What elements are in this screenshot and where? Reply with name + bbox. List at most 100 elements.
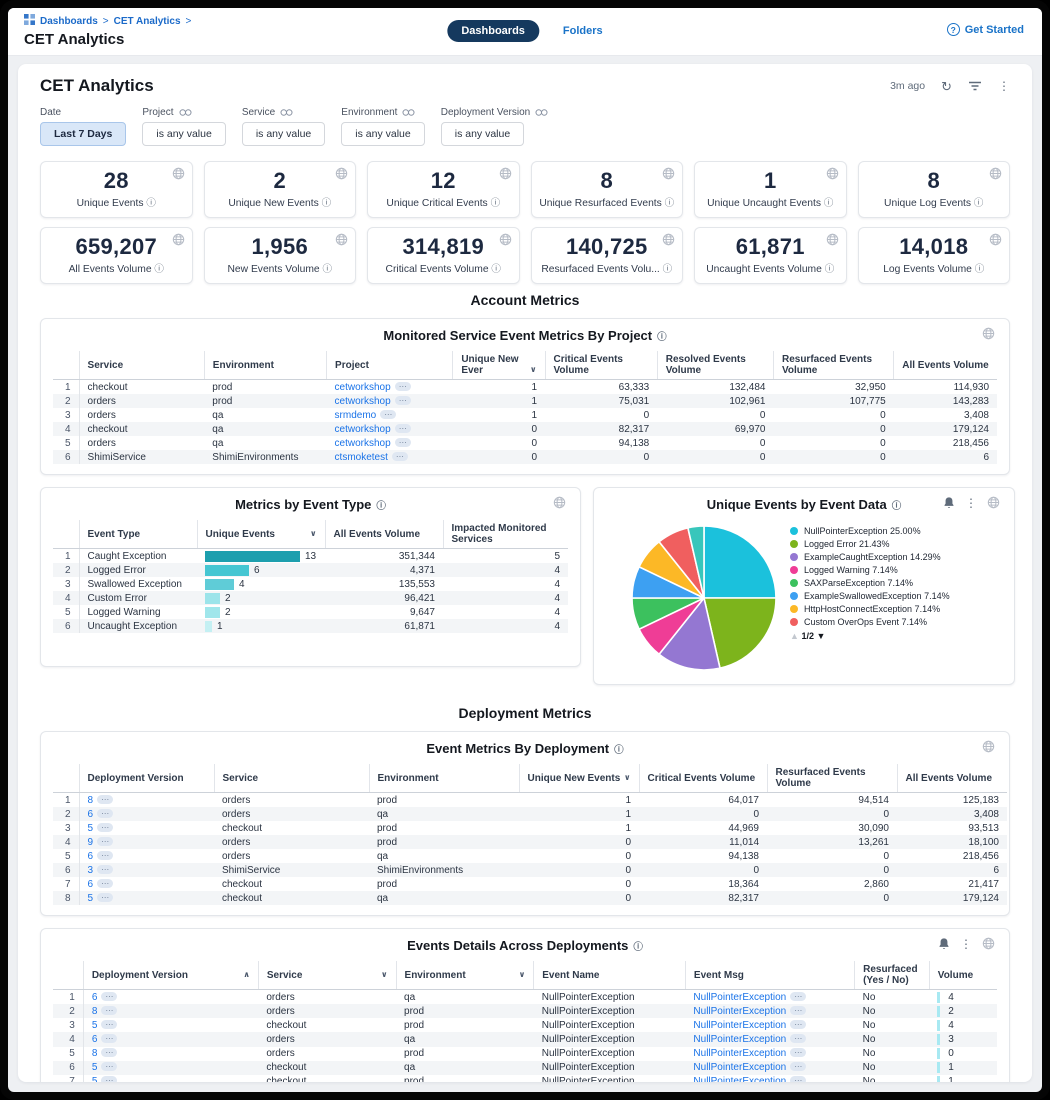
table-row[interactable]: 26⋯ordersqa1003,408	[53, 807, 1007, 821]
ellipsis-pill[interactable]: ⋯	[395, 382, 411, 391]
info-icon[interactable]: ⓘ	[491, 264, 501, 275]
globe-icon[interactable]	[335, 233, 348, 250]
column-header[interactable]: Deployment Version	[79, 764, 214, 793]
globe-icon[interactable]	[335, 167, 348, 184]
filter-value-chip[interactable]: is any value	[242, 122, 325, 146]
sort-desc-icon[interactable]: ∨	[530, 365, 537, 374]
ellipsis-pill[interactable]: ⋯	[97, 879, 113, 888]
table-row[interactable]: 65⋯checkoutqaNullPointerExceptionNullPoi…	[53, 1061, 997, 1075]
ellipsis-pill[interactable]: ⋯	[97, 865, 113, 874]
breadcrumb-dashboards-link[interactable]: Dashboards	[40, 16, 98, 27]
legend-item[interactable]: SAXParseException 7.14%	[790, 578, 998, 589]
ellipsis-pill[interactable]: ⋯	[97, 795, 113, 804]
legend-next-icon[interactable]: ▼	[816, 631, 825, 641]
kebab-menu-icon[interactable]: ⋮	[960, 938, 972, 950]
globe-icon[interactable]	[989, 233, 1002, 250]
filter-value-chip[interactable]: Last 7 Days	[40, 122, 126, 146]
cell-link[interactable]: 6	[92, 992, 98, 1003]
info-icon[interactable]: ⓘ	[657, 329, 667, 343]
table-row[interactable]: 1Caught Exception13351,3445	[53, 549, 568, 564]
table-row[interactable]: 75⋯checkoutprodNullPointerExceptionNullP…	[53, 1075, 997, 1082]
cell-link[interactable]: srmdemo	[335, 410, 377, 421]
cell-link[interactable]: 5	[92, 1020, 98, 1031]
table-row[interactable]: 2Logged Error64,3714	[53, 563, 568, 577]
info-icon[interactable]: ⓘ	[663, 264, 673, 275]
column-header[interactable]: Environment	[369, 764, 519, 793]
table-row[interactable]: 35⋯checkoutprodNullPointerExceptionNullP…	[53, 1018, 997, 1032]
column-header[interactable]: Unique New Ever ∨	[453, 351, 545, 380]
column-header[interactable]: Service	[214, 764, 369, 793]
ellipsis-pill[interactable]: ⋯	[790, 1034, 806, 1043]
globe-icon[interactable]	[172, 167, 185, 184]
cell-link[interactable]: 5	[88, 893, 94, 904]
legend-item[interactable]: Logged Warning 7.14%	[790, 565, 998, 576]
legend-item[interactable]: HttpHostConnectException 7.14%	[790, 604, 998, 615]
legend-item[interactable]: ExampleSwallowedException 7.14%	[790, 591, 998, 602]
legend-item[interactable]: Logged Error 21.43%	[790, 539, 998, 550]
legend-item[interactable]: Custom OverOps Event 7.14%	[790, 617, 998, 628]
ellipsis-pill[interactable]: ⋯	[395, 438, 411, 447]
ellipsis-pill[interactable]: ⋯	[790, 1076, 806, 1082]
column-header[interactable]: Critical Events Volume	[639, 764, 767, 793]
column-header[interactable]: Unique Events ∨	[197, 520, 325, 549]
pie-slice[interactable]	[704, 526, 776, 598]
legend-item[interactable]: NullPointerException 25.00%	[790, 526, 998, 537]
kebab-menu-icon[interactable]: ⋮	[998, 80, 1010, 92]
column-header[interactable]: Resurfaced Events Volume	[767, 764, 897, 793]
cell-link[interactable]: ctsmoketest	[335, 452, 388, 463]
filter-icon[interactable]	[968, 80, 982, 93]
table-row[interactable]: 16⋯ordersqaNullPointerExceptionNullPoint…	[53, 990, 997, 1005]
column-header[interactable]: Impacted Monitored Services	[443, 520, 568, 549]
ellipsis-pill[interactable]: ⋯	[395, 424, 411, 433]
table-row[interactable]: 35⋯checkoutprod144,96930,09093,513	[53, 821, 1007, 835]
globe-icon[interactable]	[172, 233, 185, 250]
ellipsis-pill[interactable]: ⋯	[101, 1076, 117, 1082]
ellipsis-pill[interactable]: ⋯	[395, 396, 411, 405]
column-header[interactable]: Event Type	[79, 520, 197, 549]
ellipsis-pill[interactable]: ⋯	[790, 1048, 806, 1057]
breadcrumb-cet-analytics-link[interactable]: CET Analytics	[114, 16, 181, 27]
cell-link[interactable]: 8	[92, 1006, 98, 1017]
cell-link[interactable]: cetworkshop	[335, 424, 391, 435]
column-header[interactable]: Resurfaced(Yes / No)	[855, 961, 930, 990]
info-icon[interactable]: ⓘ	[892, 498, 902, 512]
sort-desc-icon[interactable]: ∨	[381, 970, 388, 979]
ellipsis-pill[interactable]: ⋯	[97, 837, 113, 846]
table-row[interactable]: 5Logged Warning29,6474	[53, 605, 568, 619]
cell-link[interactable]: cetworkshop	[335, 396, 391, 407]
filter-value-chip[interactable]: is any value	[341, 122, 424, 146]
info-icon[interactable]: ⓘ	[491, 198, 501, 209]
ellipsis-pill[interactable]: ⋯	[101, 1020, 117, 1029]
column-header[interactable]: Volume	[929, 961, 997, 990]
table-row[interactable]: 49⋯ordersprod011,01413,26118,100	[53, 835, 1007, 849]
table-row[interactable]: 6Uncaught Exception161,8714	[53, 619, 568, 633]
info-icon[interactable]: ⓘ	[323, 264, 333, 275]
globe-icon[interactable]	[989, 167, 1002, 184]
info-icon[interactable]: ⓘ	[974, 198, 984, 209]
ellipsis-pill[interactable]: ⋯	[790, 992, 806, 1001]
ellipsis-pill[interactable]: ⋯	[97, 809, 113, 818]
cell-link[interactable]: NullPointerException	[693, 1006, 786, 1017]
column-header[interactable]: Service ∨	[258, 961, 396, 990]
table-row[interactable]: 4Custom Error296,4214	[53, 591, 568, 605]
refresh-icon[interactable]: ↻	[941, 80, 952, 93]
column-header[interactable]: Deployment Version ∧	[83, 961, 258, 990]
ellipsis-pill[interactable]: ⋯	[392, 452, 408, 461]
table-row[interactable]: 4checkoutqacetworkshop⋯082,31769,9700179…	[53, 422, 997, 436]
ellipsis-pill[interactable]: ⋯	[790, 1062, 806, 1071]
table-row[interactable]: 5ordersqacetworkshop⋯094,13800218,456	[53, 436, 997, 450]
table-row[interactable]: 76⋯checkoutprod018,3642,86021,417	[53, 877, 1007, 891]
tab-folders[interactable]: Folders	[563, 25, 603, 37]
cell-link[interactable]: NullPointerException	[693, 1062, 786, 1073]
info-icon[interactable]: ⓘ	[633, 939, 643, 953]
ellipsis-pill[interactable]: ⋯	[790, 1020, 806, 1029]
cell-link[interactable]: 8	[92, 1048, 98, 1059]
column-header[interactable]: Resurfaced Events Volume	[773, 351, 893, 380]
globe-icon[interactable]	[987, 496, 1000, 509]
globe-icon[interactable]	[826, 167, 839, 184]
info-icon[interactable]: ⓘ	[614, 742, 624, 756]
info-icon[interactable]: ⓘ	[154, 264, 164, 275]
ellipsis-pill[interactable]: ⋯	[97, 823, 113, 832]
column-header[interactable]: Unique New Events ∨	[519, 764, 639, 793]
cell-link[interactable]: 6	[88, 851, 94, 862]
